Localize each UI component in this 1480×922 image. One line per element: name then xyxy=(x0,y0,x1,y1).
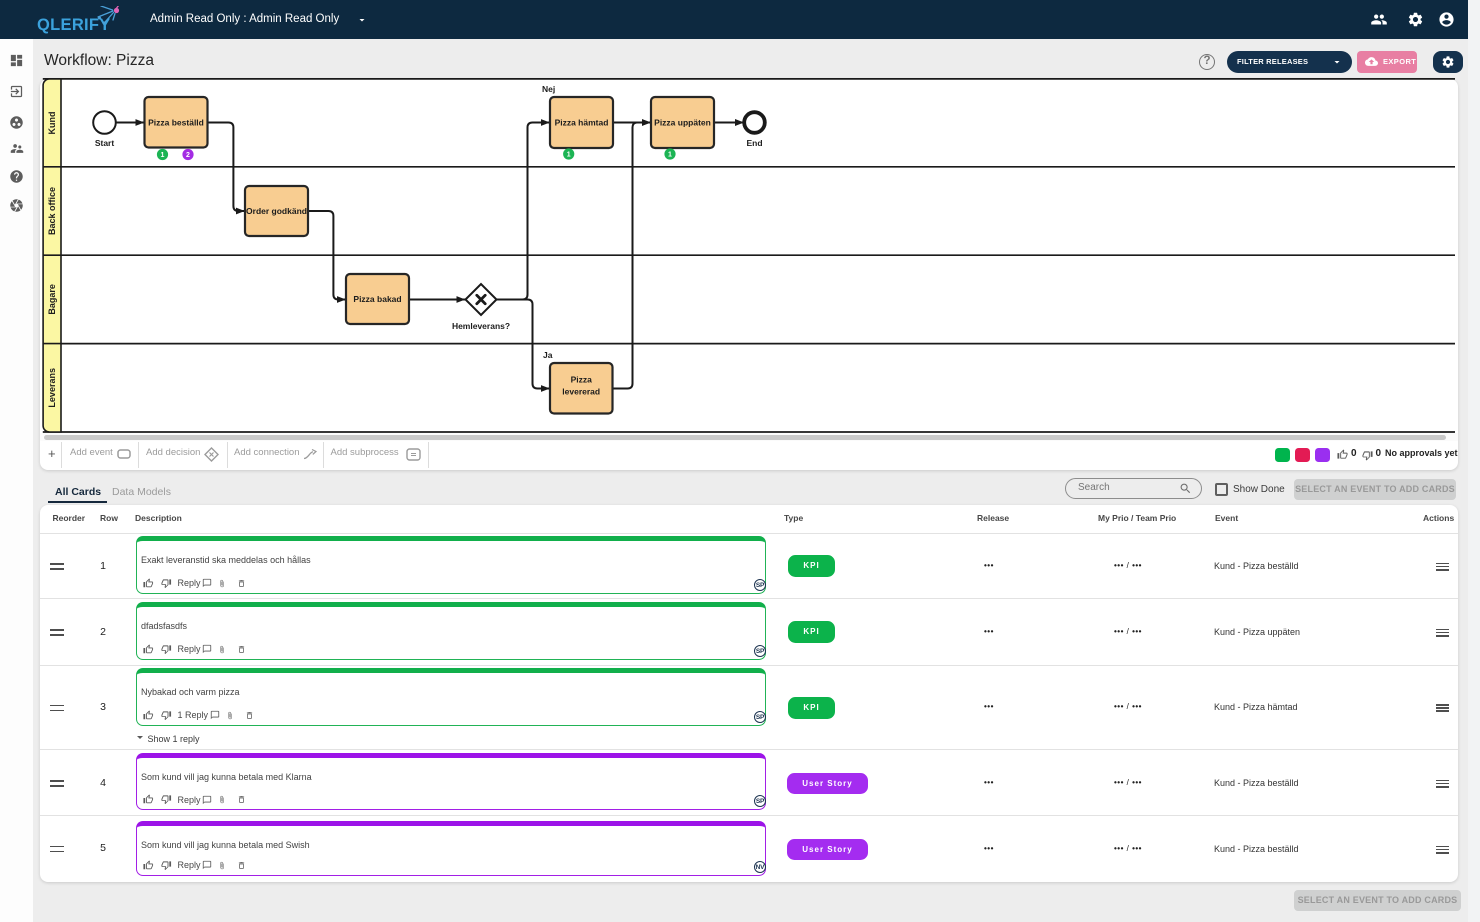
svg-text:End: End xyxy=(746,138,762,148)
svg-text:Leverans: Leverans xyxy=(47,368,57,408)
svg-text:Pizza uppäten: Pizza uppäten xyxy=(654,118,711,128)
svg-text:Order godkänd: Order godkänd xyxy=(246,206,307,216)
svg-text:Pizza hämtad: Pizza hämtad xyxy=(555,118,609,128)
svg-text:Pizza bakad: Pizza bakad xyxy=(353,294,401,304)
svg-text:Pizza beställd: Pizza beställd xyxy=(148,118,204,128)
svg-text:levererad: levererad xyxy=(562,387,600,397)
svg-text:1: 1 xyxy=(668,152,672,159)
svg-text:Kund: Kund xyxy=(47,112,57,135)
svg-text:Hemleverans?: Hemleverans? xyxy=(452,321,510,331)
svg-text:Nej: Nej xyxy=(542,84,555,94)
svg-text:Bagare: Bagare xyxy=(47,284,57,315)
svg-text:1: 1 xyxy=(567,152,571,159)
svg-text:2: 2 xyxy=(186,152,190,159)
svg-text:Pizza: Pizza xyxy=(571,375,593,385)
svg-text:Back office: Back office xyxy=(47,187,57,235)
svg-text:1: 1 xyxy=(161,152,165,159)
svg-text:Ja: Ja xyxy=(543,350,553,360)
svg-text:Start: Start xyxy=(95,138,115,148)
